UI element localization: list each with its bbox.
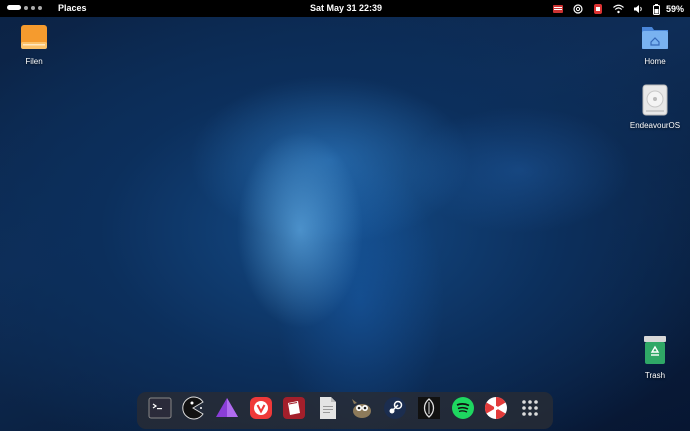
dock-app-terminal[interactable] xyxy=(147,396,172,425)
app-grid-icon xyxy=(518,396,542,425)
oblivion-icon xyxy=(417,396,441,425)
workspace-indicator xyxy=(31,5,35,10)
top-bar: Places Sat May 31 22:39 59% xyxy=(0,0,690,17)
desktop-icon-endeavouros[interactable]: EndeavourOS xyxy=(625,84,685,130)
workspace-indicator-active xyxy=(7,5,21,10)
dock-app-prism[interactable] xyxy=(215,398,240,423)
vivaldi-icon xyxy=(249,396,273,425)
terminal-icon xyxy=(148,396,172,425)
battery-icon xyxy=(652,3,663,15)
pacman-icon xyxy=(181,396,205,425)
battery-percent: 59% xyxy=(665,3,684,14)
dock-app-grid[interactable] xyxy=(518,398,543,423)
activities-button[interactable] xyxy=(7,5,42,10)
dock-app-spotify[interactable] xyxy=(450,396,475,425)
workspace-indicator xyxy=(24,5,28,10)
prism-icon xyxy=(215,396,239,425)
dock-app-pacman[interactable] xyxy=(181,396,206,425)
peppermint-icon xyxy=(484,396,508,425)
disk-icon xyxy=(640,84,670,118)
dock-app-vivaldi[interactable] xyxy=(248,396,273,425)
dock-app-oblivion[interactable] xyxy=(417,396,442,425)
desktop-icon-filen[interactable]: Filen xyxy=(4,22,64,66)
dock-app-text-editor[interactable] xyxy=(316,396,341,425)
desktop-icon-label: Filen xyxy=(25,57,43,66)
desktop-icon-label: Trash xyxy=(644,371,666,380)
places-menu[interactable]: Places xyxy=(58,3,87,13)
battery-indicator[interactable]: 59% xyxy=(652,3,684,15)
trash-icon xyxy=(640,336,670,368)
dock-app-peppermint[interactable] xyxy=(484,396,509,425)
at-sign-icon[interactable] xyxy=(573,3,583,14)
flag-icon[interactable] xyxy=(552,4,563,14)
desktop-icon-home[interactable]: Home xyxy=(625,22,685,66)
dock xyxy=(137,392,553,429)
steam-icon xyxy=(383,396,407,425)
gimp-icon xyxy=(350,396,374,425)
desktop-icon-label: EndeavourOS xyxy=(629,121,681,130)
workspace-indicator xyxy=(38,5,42,10)
clock[interactable]: Sat May 31 22:39 xyxy=(310,3,382,13)
box-icon xyxy=(282,396,306,425)
drive-icon xyxy=(19,25,49,54)
dock-app-steam[interactable] xyxy=(383,396,408,425)
desktop-icon-trash[interactable]: Trash xyxy=(625,334,685,380)
app-indicator-icon[interactable] xyxy=(593,3,603,14)
wifi-icon[interactable] xyxy=(613,4,624,14)
dock-app-gimp[interactable] xyxy=(349,398,374,423)
volume-icon[interactable] xyxy=(633,4,643,14)
document-icon xyxy=(316,396,340,425)
dock-app-box[interactable] xyxy=(282,396,307,425)
system-tray[interactable]: 59% xyxy=(552,2,684,15)
home-folder-icon xyxy=(640,27,670,54)
desktop-icon-label: Home xyxy=(644,57,666,66)
spotify-icon xyxy=(451,396,475,425)
